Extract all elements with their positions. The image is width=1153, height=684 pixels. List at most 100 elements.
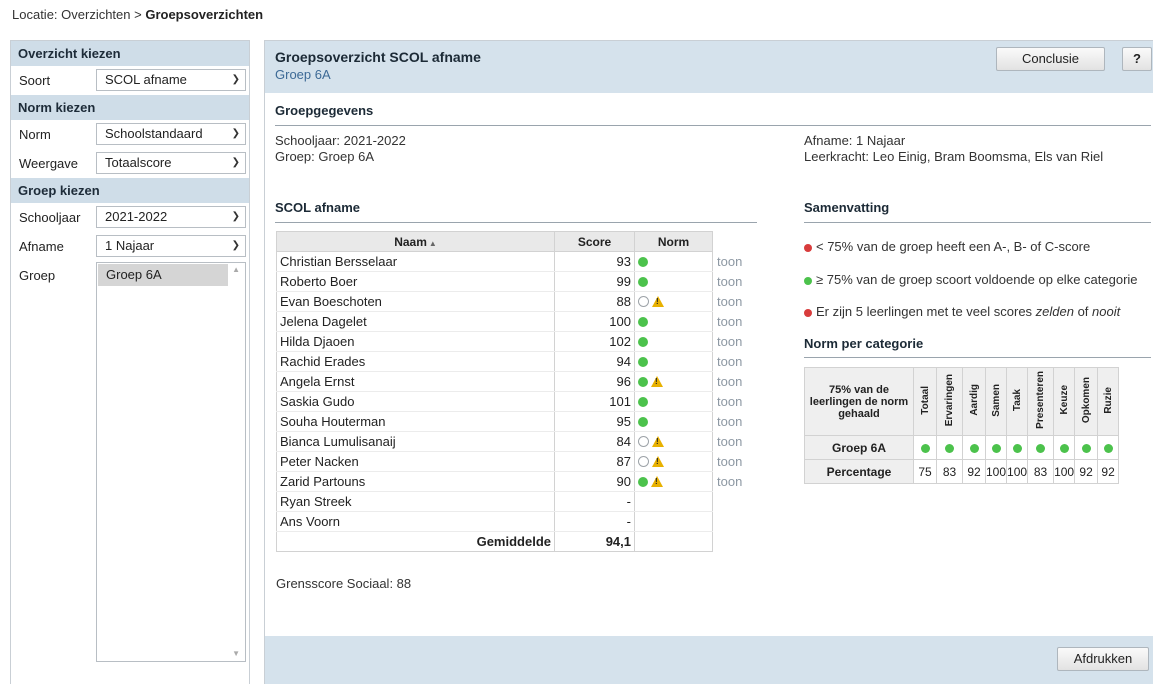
groepgegevens-title: Groepgegevens [275, 103, 374, 118]
summary-text-zelden: zelden [1035, 304, 1074, 319]
naam-header-label: Naam [394, 234, 427, 249]
help-button[interactable]: ? [1122, 47, 1152, 71]
norm-kiezen-header: Norm kiezen [11, 95, 249, 120]
student-score: - [554, 491, 635, 512]
toon-link[interactable]: toon [717, 354, 742, 369]
chevron-down-icon: ❯ [231, 211, 240, 222]
table-row: Hilda Djaoen 102 toon [276, 331, 753, 352]
toon-link[interactable]: toon [717, 314, 742, 329]
student-score: 94 [554, 351, 635, 372]
student-name: Christian Bersselaar [276, 251, 555, 272]
student-toon [713, 512, 753, 532]
green-dot-icon [638, 397, 648, 407]
student-norm [634, 451, 713, 472]
norm-column-header[interactable]: Norm [634, 231, 713, 252]
category-label: Ruzie [1102, 386, 1114, 414]
toon-link[interactable]: toon [717, 414, 742, 429]
student-toon: toon [713, 372, 753, 392]
green-dot-icon [638, 357, 648, 367]
samenvatting-divider [804, 222, 1151, 223]
score-column-header[interactable]: Score [554, 231, 635, 252]
toon-link[interactable]: toon [717, 254, 742, 269]
empty-circle-icon [638, 456, 649, 467]
table-row: Peter Nacken87 toon [276, 451, 753, 472]
toon-link[interactable]: toon [717, 474, 742, 489]
toon-link[interactable]: toon [717, 274, 742, 289]
toon-link[interactable]: toon [717, 454, 742, 469]
student-norm [634, 371, 713, 392]
percentage-row-label: Percentage [804, 459, 914, 484]
summary-line-red-2: Er zijn 5 leerlingen met te veel scores … [804, 304, 1120, 319]
toon-link[interactable]: toon [717, 374, 742, 389]
category-label: Taak [1011, 388, 1023, 412]
groepgegevens-divider [275, 125, 1151, 126]
gemiddelde-norm [634, 531, 713, 552]
green-dot-icon [638, 337, 648, 347]
category-header-row: 75% van de leerlingen de norm gehaald To… [804, 367, 1120, 436]
category-header: Taak [1006, 367, 1029, 436]
toon-link[interactable]: toon [717, 434, 742, 449]
category-percentage: 83 [1027, 459, 1055, 484]
category-status [1006, 435, 1029, 460]
toon-link[interactable]: toon [717, 334, 742, 349]
green-dot-icon [1059, 443, 1069, 453]
scroll-up-icon[interactable]: ▲ [232, 265, 240, 274]
afname-label: Afname [19, 239, 64, 254]
student-score: 88 [554, 291, 635, 312]
student-score: 96 [554, 371, 635, 392]
naam-column-header[interactable]: Naam ▲ [276, 231, 555, 252]
green-dot-icon [638, 417, 648, 427]
scroll-down-icon[interactable]: ▼ [232, 649, 240, 658]
weergave-select[interactable]: Totaalscore ❯ [96, 152, 246, 174]
groep-list-item[interactable]: Groep 6A [98, 264, 228, 286]
green-dot-icon [945, 443, 954, 453]
table-row: Christian Bersselaar 93 toon [276, 251, 753, 272]
green-dot-icon [969, 443, 979, 453]
table-row: Saskia Gudo 101 toon [276, 391, 753, 412]
student-name: Roberto Boer [276, 271, 555, 292]
norm-per-categorie-divider [804, 357, 1151, 358]
student-name: Ans Voorn [276, 511, 555, 532]
student-name: Hilda Djaoen [276, 331, 555, 352]
category-percentage: 92 [1074, 459, 1099, 484]
category-status [1053, 435, 1076, 460]
soort-value: SCOL afname [105, 72, 187, 87]
category-group-row: Groep 6A [804, 435, 1120, 460]
student-name: Angela Ernst [276, 371, 555, 392]
student-norm [634, 431, 713, 452]
conclusie-button[interactable]: Conclusie [996, 47, 1105, 71]
student-score: - [554, 511, 635, 532]
groep-listbox[interactable]: Groep 6A ▲ ▼ [96, 262, 246, 662]
student-norm [634, 351, 713, 372]
overzicht-kiezen-header: Overzicht kiezen [11, 41, 249, 66]
category-percentage: 92 [962, 459, 986, 484]
schooljaar-select[interactable]: 2021-2022 ❯ [96, 206, 246, 228]
afname-select[interactable]: 1 Najaar ❯ [96, 235, 246, 257]
grensscore-text: Grensscore Sociaal: 88 [276, 576, 412, 591]
afdrukken-button[interactable]: Afdrukken [1057, 647, 1149, 671]
student-name: Ryan Streek [276, 491, 555, 512]
student-name: Jelena Dagelet [276, 311, 555, 332]
table-row: Ans Voorn - [276, 511, 753, 532]
student-norm [634, 391, 713, 412]
warning-icon [652, 436, 664, 447]
student-score: 102 [554, 331, 635, 352]
weergave-value: Totaalscore [105, 155, 172, 170]
toon-link[interactable]: toon [717, 294, 742, 309]
soort-select[interactable]: SCOL afname ❯ [96, 69, 246, 91]
student-name: Rachid Erades [276, 351, 555, 372]
summary-text-3: Er zijn 5 leerlingen met te veel scores [816, 304, 1036, 319]
student-norm [634, 271, 713, 292]
student-norm [634, 411, 713, 432]
soort-label: Soort [19, 73, 51, 88]
norm-select[interactable]: Schoolstandaard ❯ [96, 123, 246, 145]
category-label: Totaal [919, 385, 931, 415]
red-dot-icon [804, 244, 812, 252]
student-score: 100 [554, 311, 635, 332]
toon-link[interactable]: toon [717, 394, 742, 409]
groep-info: Groep: Groep 6A [275, 149, 374, 164]
chevron-down-icon: ❯ [231, 157, 240, 168]
groep-label: Groep [19, 268, 56, 283]
green-dot-icon [920, 443, 930, 453]
afname-info: Afname: 1 Najaar [804, 133, 906, 148]
